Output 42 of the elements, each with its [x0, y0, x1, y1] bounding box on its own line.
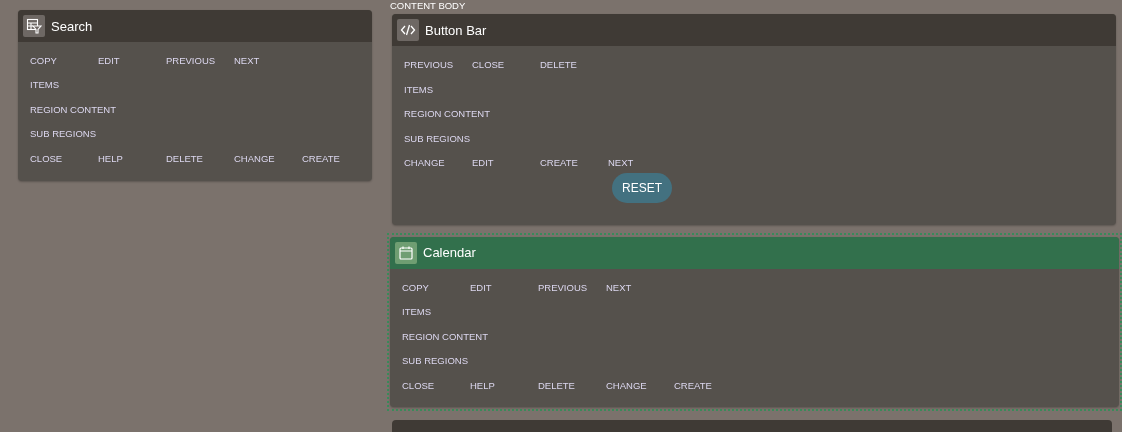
column-label: CONTENT BODY [390, 0, 467, 13]
position-label: CREATE [540, 157, 578, 169]
calendar-icon [395, 241, 417, 264]
position-label: CREATE [674, 379, 712, 391]
position-label: ITEMS [404, 83, 434, 95]
region-title: Calendar [423, 245, 476, 261]
position-label: PREVIOUS [166, 54, 216, 66]
position-label: SUB REGIONS [404, 132, 470, 144]
region-title: Button Bar [425, 22, 487, 38]
position-label: CREATE [302, 152, 340, 164]
position-label: CHANGE [404, 157, 445, 169]
position-label: ITEMS [402, 306, 432, 318]
position-label: HELP [98, 152, 123, 164]
position-label: EDIT [98, 54, 120, 66]
position-label: PREVIOUS [404, 59, 454, 71]
position-label: REGION CONTENT [402, 330, 489, 342]
position-label: PREVIOUS [538, 281, 588, 293]
position-label: ITEMS [30, 79, 60, 91]
position-label: EDIT [472, 157, 494, 169]
position-label: REGION CONTENT [404, 108, 491, 120]
position-label: EDIT [470, 281, 492, 293]
position-label: CLOSE [402, 379, 435, 391]
position-label: DELETE [166, 152, 203, 164]
position-label: CLOSE [30, 152, 63, 164]
table-filter-icon [23, 15, 45, 37]
position-label: CLOSE [472, 59, 505, 71]
position-label: NEXT [606, 281, 632, 293]
reset-button[interactable]: RESET [612, 172, 672, 203]
region-title: Search [51, 18, 93, 34]
position-label: NEXT [234, 54, 260, 66]
position-label: COPY [402, 281, 429, 293]
position-label: COPY [30, 54, 57, 66]
position-label: SUB REGIONS [30, 128, 96, 140]
position-label: CHANGE [234, 152, 275, 164]
position-label: CHANGE [606, 379, 647, 391]
code-icon [397, 19, 419, 42]
position-label: HELP [470, 379, 495, 391]
position-label: DELETE [540, 59, 577, 71]
position-label: SUB REGIONS [402, 355, 468, 367]
position-label: REGION CONTENT [30, 103, 117, 115]
position-label: DELETE [538, 379, 575, 391]
position-label: NEXT [608, 157, 634, 169]
